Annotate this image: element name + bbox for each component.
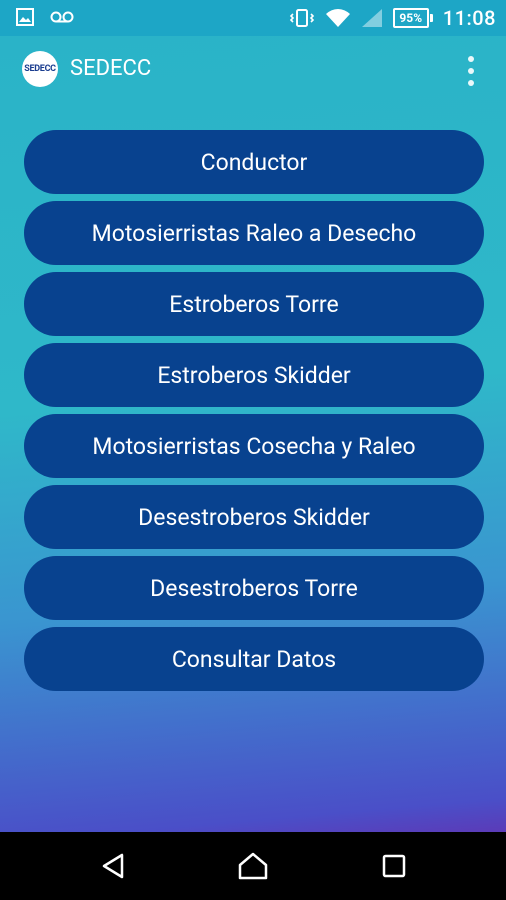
status-time: 11:08 [442, 6, 496, 30]
battery-percent: 95% [392, 8, 429, 28]
vibrate-icon [289, 9, 314, 27]
motosierristas-raleo-desecho-button[interactable]: Motosierristas Raleo a Desecho [24, 201, 484, 265]
app-title: SEDECC [70, 56, 152, 81]
consultar-datos-button[interactable]: Consultar Datos [24, 627, 484, 691]
app-content: SEDECC SEDECC Conductor Motosierristas R… [0, 36, 506, 832]
desestroberos-torre-button[interactable]: Desestroberos Torre [24, 556, 484, 620]
home-icon[interactable] [235, 848, 271, 884]
desestroberos-skidder-button[interactable]: Desestroberos Skidder [24, 485, 484, 549]
estroberos-torre-button[interactable]: Estroberos Torre [24, 272, 484, 336]
image-icon [16, 8, 34, 26]
wifi-icon [325, 9, 350, 27]
battery-icon: 95% [392, 8, 433, 28]
estroberos-skidder-button[interactable]: Estroberos Skidder [24, 343, 484, 407]
motosierristas-cosecha-raleo-button[interactable]: Motosierristas Cosecha y Raleo [24, 414, 484, 478]
more-vert-icon[interactable] [466, 56, 476, 86]
status-right-icons: 95% 11:08 [289, 0, 496, 36]
conductor-button[interactable]: Conductor [24, 130, 484, 194]
battery-tip [429, 14, 433, 22]
menu-list: Conductor Motosierristas Raleo a Desecho… [24, 130, 484, 698]
status-bar: 95% 11:08 [0, 0, 506, 36]
status-left-icons [16, 8, 74, 26]
app-logo: SEDECC [22, 51, 58, 87]
back-icon[interactable] [96, 848, 132, 884]
recents-icon[interactable] [376, 848, 412, 884]
signal-icon [361, 9, 382, 27]
app-bar: SEDECC SEDECC [0, 36, 506, 104]
navigation-bar [0, 832, 506, 900]
voicemail-icon [50, 11, 74, 23]
